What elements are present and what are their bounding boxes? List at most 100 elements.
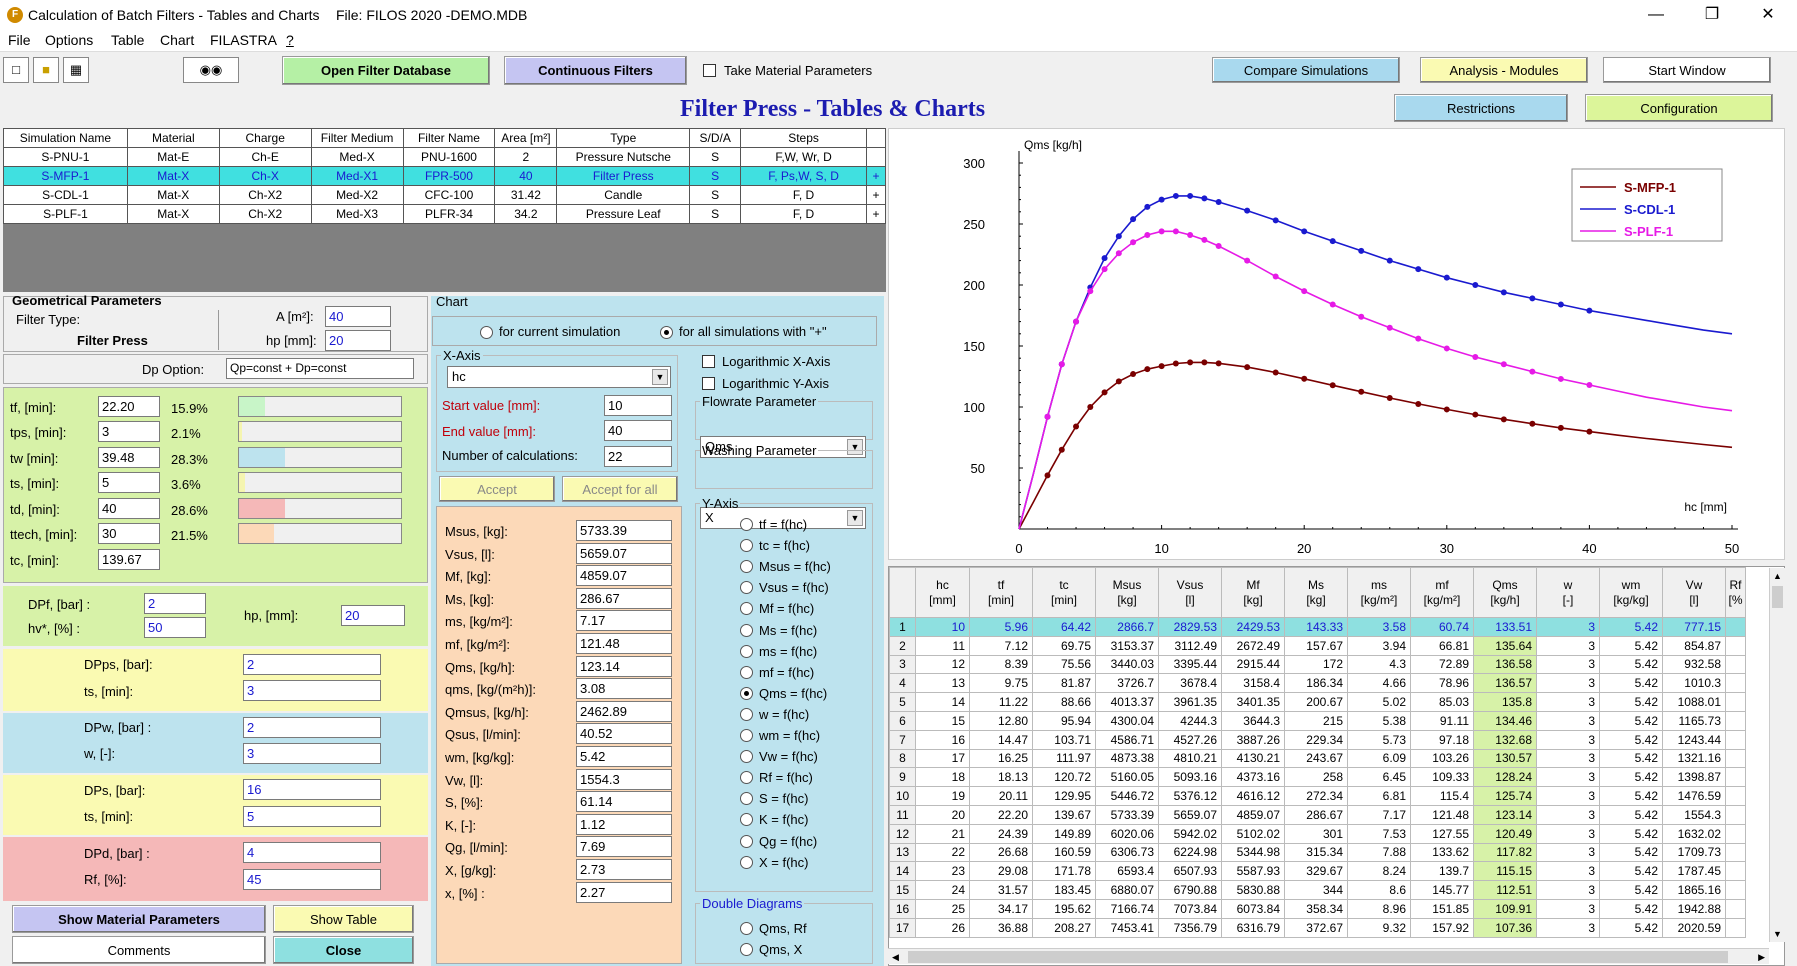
grid-cell[interactable]: 186.34 bbox=[1284, 673, 1348, 694]
grid-cell[interactable]: 315.34 bbox=[1284, 842, 1348, 863]
grid-cell[interactable]: 115.4 bbox=[1410, 786, 1474, 806]
sim-cell[interactable]: 40 bbox=[494, 166, 558, 186]
grid-cell[interactable]: 5093.16 bbox=[1158, 767, 1222, 788]
sim-cell[interactable]: CFC-100 bbox=[402, 185, 496, 205]
grid-cell[interactable]: 329.67 bbox=[1284, 861, 1348, 882]
grid-cell[interactable]: 2429.53 bbox=[1221, 617, 1285, 637]
grid-cell[interactable]: 145.77 bbox=[1410, 880, 1474, 900]
grid-cell[interactable]: 3 bbox=[1536, 748, 1600, 769]
start-value-field[interactable]: 10 bbox=[604, 395, 672, 416]
grid-cell[interactable]: 2672.49 bbox=[1221, 635, 1285, 656]
grid-cell[interactable]: 3 bbox=[1536, 673, 1600, 694]
grid-cell[interactable]: 7.17 bbox=[1347, 804, 1411, 825]
grid-cell[interactable]: 5.02 bbox=[1347, 692, 1411, 712]
sim-cell[interactable]: Med-X2 bbox=[310, 185, 404, 205]
open-folder-icon[interactable]: ■ bbox=[33, 57, 59, 83]
time-field[interactable]: 30 bbox=[98, 523, 160, 544]
configuration-button[interactable]: Configuration bbox=[1585, 94, 1773, 122]
grid-cell[interactable]: 6073.84 bbox=[1221, 898, 1285, 919]
dpw-field[interactable]: 2 bbox=[243, 717, 381, 738]
ncalc-field[interactable]: 22 bbox=[604, 446, 672, 467]
grid-cell[interactable]: 4810.21 bbox=[1158, 748, 1222, 769]
grid-cell[interactable]: 3678.4 bbox=[1158, 673, 1222, 694]
grid-cell[interactable]: 3.58 bbox=[1347, 617, 1411, 637]
grid-cell[interactable]: 5160.05 bbox=[1095, 767, 1159, 788]
grid-cell[interactable]: 81.87 bbox=[1032, 673, 1096, 694]
grid-row[interactable]: 5 14 11.22 88.66 4013.37 3961.35 3401.35 200.67… bbox=[889, 692, 1746, 712]
grid-cell[interactable]: 4130.21 bbox=[1221, 748, 1285, 769]
grid-col-header[interactable]: w [-] bbox=[1536, 567, 1600, 618]
dp-option-field[interactable]: Qp=const + Dp=const bbox=[226, 358, 414, 379]
sim-col-header[interactable]: Filter Medium bbox=[310, 128, 404, 148]
grid-cell[interactable]: 24 bbox=[915, 880, 970, 900]
grid-cell[interactable]: 286.67 bbox=[1284, 804, 1348, 825]
grid-cell[interactable]: 14 bbox=[915, 692, 970, 712]
grid-cell[interactable]: 143.33 bbox=[1284, 617, 1348, 637]
grid-cell[interactable]: 109.33 bbox=[1410, 767, 1474, 788]
compare-simulations-button[interactable]: Compare Simulations bbox=[1212, 57, 1400, 83]
grid-cell[interactable]: 8.96 bbox=[1347, 898, 1411, 919]
time-field[interactable]: 40 bbox=[98, 498, 160, 519]
y-axis-option[interactable]: tc = f(hc) bbox=[740, 535, 810, 556]
grid-cell[interactable]: 171.78 bbox=[1032, 861, 1096, 882]
grid-col-header[interactable] bbox=[889, 567, 916, 618]
sim-row[interactable]: S-PNU-1 Mat-E Ch-E Med-X PNU-1600 2 Pressure N… bbox=[3, 147, 887, 167]
grid-cell[interactable]: 3 bbox=[1536, 861, 1600, 882]
grid-cell[interactable]: 1010.3 bbox=[1662, 673, 1726, 694]
sim-row[interactable]: S-PLF-1 Mat-X Ch-X2 Med-X3 PLFR-34 34.2 Pressu… bbox=[3, 204, 887, 224]
grid-row-number[interactable]: 15 bbox=[889, 880, 916, 900]
grid-row[interactable]: 12 21 24.39 149.89 6020.06 5942.02 5102.02 301 7… bbox=[889, 823, 1746, 844]
y-axis-radio[interactable] bbox=[740, 581, 753, 595]
rf-field[interactable]: 45 bbox=[243, 869, 381, 890]
grid-cell[interactable]: 3 bbox=[1536, 729, 1600, 750]
grid-col-header[interactable]: wm [kg/kg] bbox=[1599, 567, 1663, 618]
hp-field[interactable]: 20 bbox=[325, 330, 391, 351]
grid-cell[interactable]: 123.14 bbox=[1473, 804, 1537, 825]
grid-row[interactable]: 11 20 22.20 139.67 5733.39 5659.07 4859.07 286.… bbox=[889, 804, 1746, 825]
y-axis-option[interactable]: w = f(hc) bbox=[740, 704, 809, 725]
grid-cell[interactable]: 5.96 bbox=[969, 617, 1033, 637]
analysis-modules-button[interactable]: Analysis - Modules bbox=[1420, 57, 1588, 83]
new-file-icon[interactable]: □ bbox=[3, 57, 29, 83]
time-field[interactable]: 5 bbox=[98, 472, 160, 493]
grid-cell[interactable]: 5.42 bbox=[1599, 823, 1663, 844]
grid-cell[interactable]: 9.32 bbox=[1347, 917, 1411, 938]
grid-row-number[interactable]: 7 bbox=[889, 729, 916, 750]
grid-cell[interactable]: 5.42 bbox=[1599, 673, 1663, 694]
sim-cell[interactable]: F, D bbox=[740, 185, 867, 205]
sim-cell[interactable]: Pressure Nutsche bbox=[556, 147, 691, 167]
grid-cell[interactable]: 5.42 bbox=[1599, 917, 1663, 938]
sim-cell[interactable]: F,W, Wr, D bbox=[740, 147, 867, 167]
grid-cell[interactable]: 5733.39 bbox=[1095, 804, 1159, 825]
sim-cell[interactable]: S bbox=[689, 185, 742, 205]
grid-col-header[interactable]: Qms [kg/h] bbox=[1473, 567, 1537, 618]
grid-cell[interactable] bbox=[1725, 917, 1746, 938]
grid-cell[interactable] bbox=[1725, 861, 1746, 882]
sim-cell[interactable]: F, D bbox=[740, 204, 867, 224]
y-axis-option[interactable]: Rf = f(hc) bbox=[740, 767, 813, 788]
sim-cell[interactable]: 2 bbox=[494, 147, 558, 167]
grid-cell[interactable]: 4.66 bbox=[1347, 673, 1411, 694]
grid-cell[interactable]: 3 bbox=[1536, 898, 1600, 919]
grid-cell[interactable]: 85.03 bbox=[1410, 692, 1474, 712]
accept-for-all-button[interactable]: Accept for all bbox=[562, 476, 678, 502]
grid-cell[interactable]: 4859.07 bbox=[1221, 804, 1285, 825]
grid-cell[interactable]: 103.26 bbox=[1410, 748, 1474, 769]
grid-cell[interactable] bbox=[1725, 617, 1746, 637]
grid-cell[interactable]: 17 bbox=[915, 748, 970, 769]
y-axis-option[interactable]: wm = f(hc) bbox=[740, 725, 820, 746]
sim-cell[interactable]: Ch-X2 bbox=[218, 204, 312, 224]
grid-cell[interactable]: 1243.44 bbox=[1662, 729, 1726, 750]
grid-cell[interactable]: 5.38 bbox=[1347, 710, 1411, 731]
grid-cell[interactable]: 3 bbox=[1536, 692, 1600, 712]
grid-cell[interactable]: 3112.49 bbox=[1158, 635, 1222, 656]
dps-field[interactable]: 16 bbox=[243, 779, 381, 800]
grid-cell[interactable]: 5.42 bbox=[1599, 654, 1663, 675]
grid-cell[interactable] bbox=[1725, 635, 1746, 656]
scroll-h-thumb[interactable] bbox=[908, 951, 1728, 963]
grid-col-header[interactable]: mf [kg/m²] bbox=[1410, 567, 1474, 618]
y-axis-option[interactable]: K = f(hc) bbox=[740, 809, 809, 830]
sim-cell[interactable]: FPR-500 bbox=[402, 166, 496, 186]
sim-cell[interactable] bbox=[865, 147, 887, 167]
grid-cell[interactable] bbox=[1725, 804, 1746, 825]
